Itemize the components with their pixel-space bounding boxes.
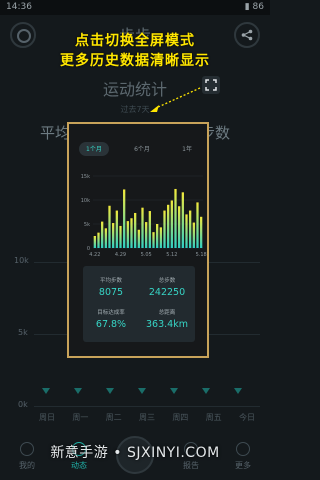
status-time: 14:36 [6,2,32,12]
chart-bar [163,210,166,248]
chart-bar [108,205,111,248]
chart-bar [200,216,203,248]
y-tick-label: 5k [84,222,90,228]
bg-day: 周一 [72,413,89,422]
chart-bar [97,232,100,248]
fullscreen-button[interactable] [202,76,220,94]
y-tick-label: 10k [81,198,90,204]
bg-day: 今日 [238,413,255,422]
chart-bar [156,224,159,248]
chart-bar [104,228,107,248]
chart-bar [115,210,118,248]
x-tick-label: 5.05 [141,252,152,258]
bg-day: 周五 [205,413,222,422]
stat-value: 363.4km [146,319,188,330]
chart-bar [185,214,188,248]
bg-day-marker [138,388,146,394]
bg-day: 周二 [105,413,122,422]
chart-bar [130,218,133,248]
bg-day-marker [106,388,114,394]
bg-axis-tick: 5k [18,328,28,337]
chart-bar [192,222,195,248]
chart-bar [141,207,144,248]
pointer-arrow-icon [150,87,201,112]
tab-1-year[interactable]: 1年 [175,142,199,156]
bg-day-marker [202,388,210,394]
history-popup[interactable]: 1个月 6个月 1年 0 5k 10k 15k 4.22 4.29 5.05 5.12 5.18… [67,122,209,358]
chart-bar [101,221,104,248]
battery-level: 86 [252,2,264,12]
steps-bar-chart: 05k10k15k4.22 4.29 5.05 5.12 5.18 [81,174,207,258]
chart-bar [181,192,184,248]
bg-gridline [34,406,260,407]
bg-day: 周三 [138,413,155,422]
chart-bar [93,236,96,248]
chart-bar [178,206,181,248]
x-tick-label: 5.12 [166,252,177,258]
watermark: 新意手游 • SJXINYI.COM [50,445,220,461]
stat-total: 总步数 242250 [139,276,195,298]
chart-bar [196,202,199,248]
chart-bar [148,211,151,248]
page-subtitle: 运动统计 [102,80,167,99]
stat-label: 目标达成率 [97,310,125,316]
chart-bar [112,223,115,248]
stat-average: 平均步数 8075 [83,276,139,298]
battery-icon: ▮ [244,2,250,12]
y-tick-label: 15k [81,174,90,180]
fullscreen-icon [205,79,217,91]
chart-bar [126,221,129,248]
stat-value: 67.8% [95,319,127,330]
chart-bar [137,229,140,248]
period-hint: 过去7天 [120,105,150,114]
status-bar: 14:36 ▮ 86 [0,0,270,15]
stat-label: 总步数 [158,278,176,284]
stat-value: 242250 [148,287,186,298]
chart-bar [189,210,192,248]
chart-bar [174,188,177,248]
bg-day: 周日 [39,413,55,422]
tutorial-banner-line1: 点击切换全屏模式 [75,33,195,49]
x-tick-label: 5.18 [196,252,207,258]
bg-day-labels: 周日 周一 周二 周三 周四 周五 今日 [34,412,260,423]
stat-value: 8075 [98,287,124,298]
chart-bar [167,204,170,248]
chart-bar [159,227,162,248]
stat-distance: 总距离 363.4km [139,308,195,330]
bg-day-marker [170,388,178,394]
stat-label: 平均步数 [99,278,122,284]
x-tick-label: 4.22 [89,252,100,258]
stats-panel: 平均步数 8075 总步数 242250 目标达成率 67.8% 总距离 363… [83,266,195,342]
bg-axis-tick: 10k [14,256,29,265]
chart-bar [134,212,137,248]
average-label: 平均 [40,124,71,142]
stat-label: 总距离 [158,310,176,316]
chart-bar [123,189,126,248]
bg-day-marker [42,388,50,394]
tab-6-months[interactable]: 6个月 [127,142,157,156]
status-icons: ▮ 86 [245,2,264,12]
chart-bar [119,225,122,248]
bg-axis-tick: 0k [18,400,28,409]
chart-bar [170,200,173,248]
chart-bar [152,232,155,248]
range-tabs: 1个月 6个月 1年 [79,142,199,156]
chart-bar [145,222,148,248]
x-tick-label: 4.29 [115,252,126,258]
bg-day-marker [234,388,242,394]
bg-day-marker [74,388,82,394]
stat-goal-rate: 目标达成率 67.8% [83,308,139,330]
tutorial-banner-line2: 更多历史数据清晰显示 [60,53,210,69]
bg-day: 周四 [172,413,189,422]
tab-1-month[interactable]: 1个月 [79,142,109,156]
